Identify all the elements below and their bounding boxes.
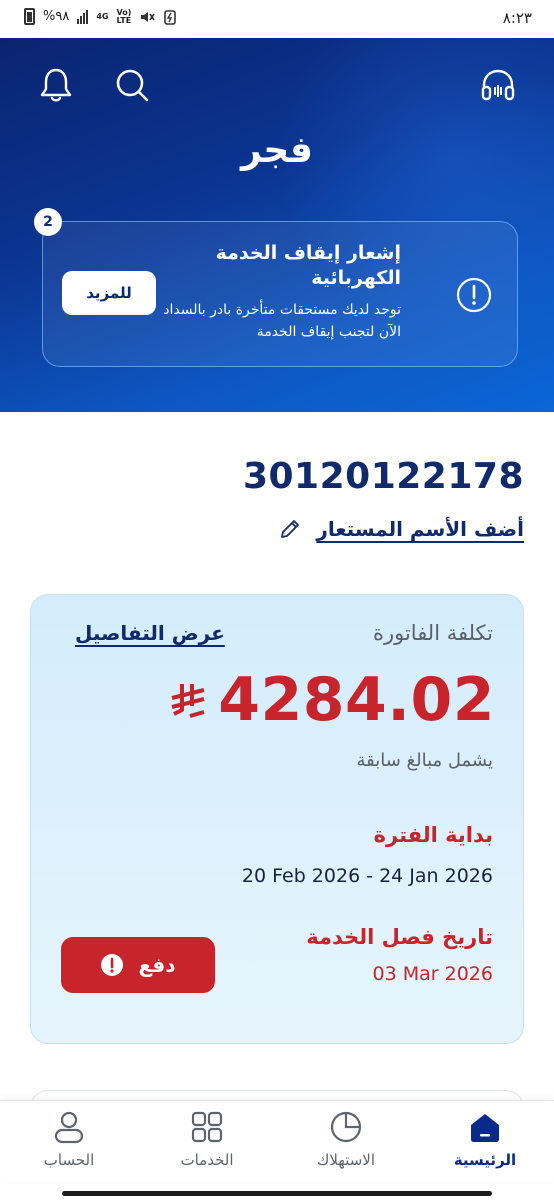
bell-icon bbox=[40, 68, 72, 102]
search-button[interactable] bbox=[112, 65, 152, 105]
pay-button[interactable]: دفع bbox=[61, 937, 215, 993]
grid-icon bbox=[191, 1111, 223, 1143]
signal-icon bbox=[77, 9, 89, 24]
home-indicator bbox=[0, 1184, 554, 1200]
nav-usage[interactable]: الاستهلاك bbox=[291, 1109, 401, 1169]
battery-level: %٩٨ bbox=[43, 9, 70, 24]
battery-saver-icon bbox=[164, 9, 177, 25]
support-button[interactable] bbox=[478, 65, 518, 105]
bill-cost-label: تكلفة الفاتورة bbox=[372, 621, 493, 645]
notice-count-badge: 2 bbox=[34, 208, 62, 236]
disconnect-date-label: تاريخ فصل الخدمة bbox=[306, 925, 493, 949]
service-suspension-notice[interactable]: 2 للمزيد إشعار إيقاف الخدمة الكهربائية ت… bbox=[34, 208, 518, 367]
status-icons: %٩٨ 4G Vo) LTE bbox=[24, 8, 177, 25]
clock: ٨:٢٣ bbox=[502, 9, 532, 27]
alias-row[interactable]: أضف الأسم المستعار bbox=[278, 517, 524, 541]
network-4g-indicator: 4G bbox=[96, 11, 109, 21]
period-start-label: بداية الفترة bbox=[373, 823, 493, 847]
alert-circle-icon bbox=[456, 277, 492, 313]
nav-account[interactable]: الحساب bbox=[14, 1109, 124, 1169]
bill-card: تكلفة الفاتورة عرض التفاصيل 4284.02 يشمل… bbox=[30, 594, 524, 1044]
mute-icon bbox=[141, 11, 156, 22]
volte-indicator: Vo) LTE bbox=[116, 8, 132, 25]
disconnect-date: 03 Mar 2026 bbox=[372, 963, 493, 985]
battery-icon bbox=[24, 8, 35, 25]
account-number: 30120122178 bbox=[242, 456, 524, 497]
nav-services[interactable]: الخدمات bbox=[152, 1109, 262, 1169]
includes-previous-note: يشمل مبالغ سابقة bbox=[356, 750, 493, 771]
warning-icon bbox=[101, 954, 124, 976]
user-name: فجر bbox=[241, 130, 313, 171]
lte-label: LTE bbox=[116, 15, 132, 25]
pie-chart-icon bbox=[330, 1111, 362, 1143]
bill-amount-row: 4284.02 bbox=[170, 665, 495, 735]
pencil-icon[interactable] bbox=[278, 517, 302, 541]
period-dates: 20 Feb 2026 - 24 Jan 2026 bbox=[241, 865, 493, 887]
home-indicator-bar[interactable] bbox=[62, 1191, 492, 1196]
nav-services-label: الخدمات bbox=[180, 1151, 234, 1169]
user-icon bbox=[54, 1111, 84, 1144]
headset-icon bbox=[481, 69, 515, 101]
status-bar: %٩٨ 4G Vo) LTE ٨:٢٣ bbox=[0, 0, 554, 38]
network-4g-label: 4G bbox=[96, 11, 109, 21]
nav-home-label: الرئيسية bbox=[453, 1151, 517, 1169]
search-icon bbox=[116, 69, 149, 102]
add-alias-link[interactable]: أضف الأسم المستعار bbox=[316, 517, 524, 541]
notice-title: إشعار إيقاف الخدمة الكهربائية bbox=[215, 242, 401, 289]
nav-usage-label: الاستهلاك bbox=[316, 1151, 376, 1169]
nav-home[interactable]: الرئيسية bbox=[430, 1109, 540, 1169]
nav-account-label: الحساب bbox=[43, 1151, 95, 1169]
pay-button-label: دفع bbox=[138, 953, 176, 977]
bottom-navigation: الرئيسية الاستهلاك الخدمات الحساب bbox=[0, 1100, 554, 1182]
view-details-link[interactable]: عرض التفاصيل bbox=[75, 621, 225, 645]
notice-description: توجد لديك مستحقات متأخرة بادر بالسداد ال… bbox=[163, 302, 401, 340]
notifications-button[interactable] bbox=[36, 65, 76, 105]
header-banner: فجر 2 للمزيد إشعار إيقاف الخدمة الكهربائ… bbox=[0, 38, 554, 412]
bill-amount: 4284.02 bbox=[218, 665, 495, 735]
home-icon bbox=[471, 1114, 499, 1142]
riyal-symbol-icon bbox=[171, 684, 205, 718]
